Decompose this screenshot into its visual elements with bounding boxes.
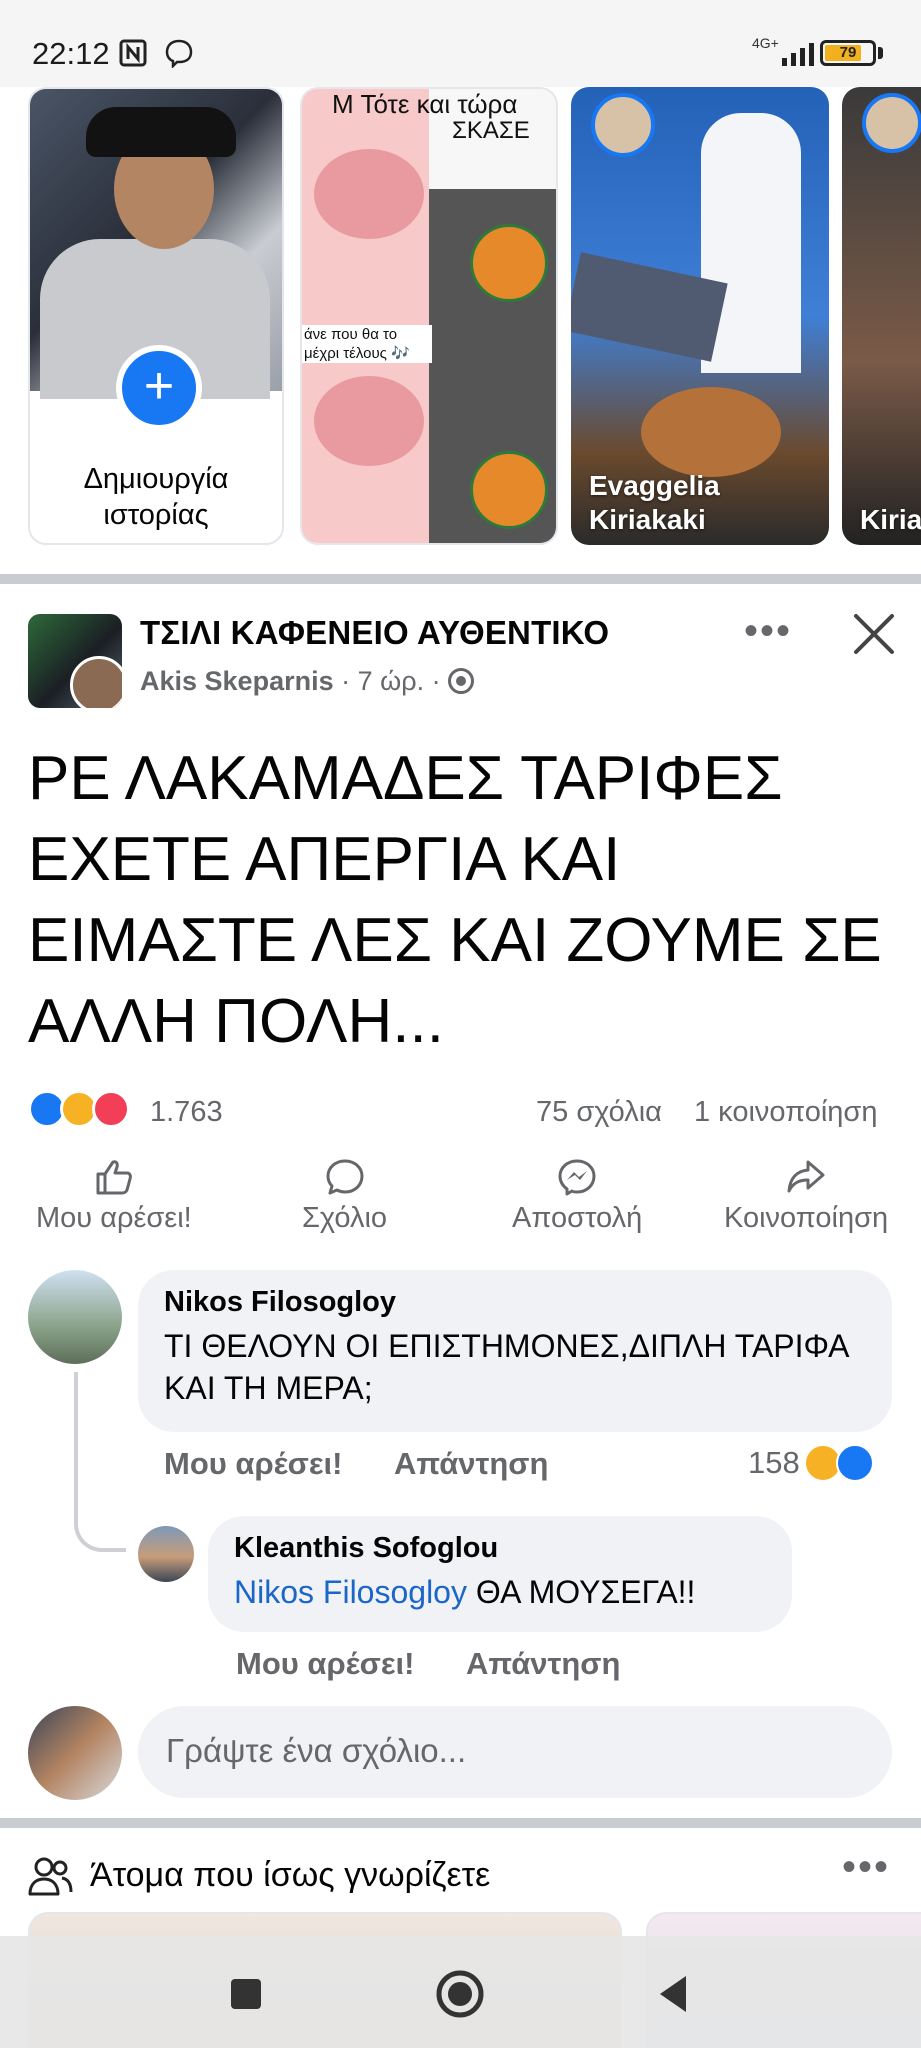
share-label: Κοινοποίηση bbox=[724, 1202, 889, 1234]
audience-icon bbox=[448, 668, 475, 694]
reply-actions: Μου αρέσει! Απάντηση bbox=[236, 1646, 664, 1682]
like-label: Μου αρέσει! bbox=[36, 1202, 192, 1234]
stories-row: + Δημιουργία ιστορίας Μ Τότε και τώρα ΣΚ… bbox=[0, 87, 921, 545]
comment-count[interactable]: 75 σχόλια bbox=[536, 1096, 662, 1129]
plus-icon[interactable]: + bbox=[116, 345, 202, 431]
story-avatar bbox=[862, 93, 921, 153]
share-button[interactable]: Κοινοποίηση bbox=[724, 1158, 888, 1235]
divider bbox=[0, 1818, 921, 1828]
battery-percent: 79 bbox=[839, 44, 857, 61]
basketball-logo-icon bbox=[470, 451, 548, 529]
close-icon[interactable] bbox=[846, 606, 902, 662]
messenger-icon bbox=[558, 1159, 596, 1196]
reply-like-button[interactable]: Μου αρέσει! bbox=[236, 1646, 415, 1681]
my-avatar[interactable] bbox=[28, 1706, 122, 1800]
status-bar: 22:12 4G+ 79 bbox=[0, 0, 921, 90]
reply-reply-button[interactable]: Απάντηση bbox=[466, 1646, 620, 1681]
comment-actions: Μου αρέσει! Απάντηση bbox=[164, 1446, 592, 1482]
meme-panel bbox=[302, 89, 429, 316]
create-story-card[interactable]: + Δημιουργία ιστορίας bbox=[28, 87, 284, 545]
meme-panel bbox=[429, 316, 556, 543]
story-name: Evaggelia Kiriakaki bbox=[589, 470, 720, 535]
group-name[interactable]: ΤΣΙΛΙ ΚΑΦΕΝΕΙΟ ΑΥΘΕΝΤΙΚΟ bbox=[140, 614, 609, 652]
post-text: ΡΕ ΛΑΚΑΜΑΔΕΣ ΤΑΡΙΦΕΣ ΕΧΕΤΕ ΑΠΕΡΓΙΑ ΚΑΙ Ε… bbox=[28, 744, 882, 1056]
reply-avatar[interactable] bbox=[138, 1526, 194, 1582]
comment-bubble[interactable]: Nikos Filosogloy ΤΙ ΘΕΛΟΥΝ ΟΙ ΕΠΙΣΤΗΜΟΝΕ… bbox=[138, 1270, 892, 1432]
reply-bubble[interactable]: Kleanthis Sofoglou Nikos Filosogloy ΘΑ Μ… bbox=[208, 1516, 792, 1632]
story-name: Kiria bbox=[860, 504, 921, 535]
viber-icon bbox=[165, 39, 193, 68]
battery-icon: 79 bbox=[820, 40, 876, 66]
status-time: 22:12 bbox=[32, 36, 110, 71]
recents-icon[interactable] bbox=[218, 1966, 274, 2022]
send-label: Αποστολή bbox=[512, 1202, 643, 1234]
share-icon bbox=[787, 1160, 825, 1193]
comment-input-placeholder: Γράψτε ένα σχόλιο... bbox=[166, 1732, 467, 1769]
home-icon[interactable] bbox=[432, 1966, 488, 2022]
basketball-logo-icon bbox=[470, 223, 548, 302]
thread-line bbox=[74, 1372, 126, 1552]
comment-input[interactable]: Γράψτε ένα σχόλιο... bbox=[138, 1706, 892, 1798]
comment-reaction-count: 158 bbox=[748, 1445, 800, 1480]
story-caption: άνε που θα το μέχρι τέλους 🎶 bbox=[302, 325, 432, 363]
comment-reply-button[interactable]: Απάντηση bbox=[394, 1446, 548, 1481]
send-button[interactable]: Αποστολή bbox=[512, 1158, 642, 1235]
author-avatar[interactable] bbox=[70, 656, 122, 708]
reply-text: Nikos Filosogloy ΘΑ ΜΟΥΣΕΓΑ!! bbox=[234, 1574, 696, 1610]
create-story-label: Δημιουργία ιστορίας bbox=[83, 463, 229, 531]
divider bbox=[0, 574, 921, 584]
post-meta: Akis Skeparnis · 7 ώρ. · bbox=[140, 666, 475, 697]
reaction-icons[interactable] bbox=[28, 1090, 130, 1128]
comment-button[interactable]: Σχόλιο bbox=[302, 1158, 387, 1235]
post-time: · 7 ώρ. · bbox=[341, 666, 441, 696]
network-type: 4G+ bbox=[752, 35, 779, 51]
pymk-title: Άτομα που ίσως γνωρίζετε bbox=[90, 1856, 491, 1894]
comment-label: Σχόλιο bbox=[302, 1202, 388, 1234]
back-icon[interactable] bbox=[646, 1966, 702, 2022]
system-nav-bar bbox=[0, 1936, 921, 2048]
story-text-top: Μ Τότε και τώρα bbox=[332, 89, 518, 119]
comment-text: ΤΙ ΘΕΛΟΥΝ ΟΙ ΕΠΙΣΤΗΜΟΝΕΣ,ΔΙΠΛΗ ΤΑΡΙΦΑ ΚΑ… bbox=[164, 1328, 848, 1406]
nfc-icon bbox=[119, 39, 147, 67]
share-count[interactable]: 1 κοινοποίηση bbox=[694, 1096, 877, 1129]
people-icon bbox=[28, 1857, 73, 1896]
comment-reactions[interactable]: 158 bbox=[748, 1444, 874, 1482]
love-reaction-icon bbox=[92, 1090, 130, 1128]
meme-panel bbox=[429, 188, 556, 316]
pymk-more-button[interactable]: ••• bbox=[842, 1847, 890, 1887]
battery-cap bbox=[878, 47, 883, 59]
signal-icon bbox=[782, 40, 814, 66]
like-button[interactable]: Μου αρέσει! bbox=[36, 1158, 192, 1235]
story-avatar bbox=[591, 93, 655, 157]
mention-link[interactable]: Nikos Filosogloy bbox=[234, 1574, 467, 1610]
story-card-kiria[interactable]: Kiria bbox=[842, 87, 921, 545]
like-reaction-icon bbox=[835, 1444, 874, 1482]
comment-like-button[interactable]: Μου αρέσει! bbox=[164, 1446, 343, 1481]
story-card-meme[interactable]: Μ Τότε και τώρα ΣΚΑΣΕ άνε που θα το μέχρ… bbox=[300, 87, 558, 545]
story-card-evaggelia[interactable]: Evaggelia Kiriakaki bbox=[571, 87, 829, 545]
commenter-avatar[interactable] bbox=[28, 1270, 122, 1364]
story-text-mid: ΣΚΑΣΕ bbox=[452, 117, 530, 144]
group-avatar[interactable] bbox=[28, 614, 122, 708]
comment-author[interactable]: Nikos Filosogloy bbox=[164, 1286, 866, 1319]
more-options-button[interactable]: ••• bbox=[744, 611, 792, 651]
author-name[interactable]: Akis Skeparnis bbox=[140, 666, 334, 696]
post-actions: Μου αρέσει! Σχόλιο Αποστολή Κοινοποίηση bbox=[0, 1158, 921, 1248]
thumbs-up-icon bbox=[96, 1160, 132, 1195]
reaction-count[interactable]: 1.763 bbox=[150, 1096, 223, 1129]
reply-author[interactable]: Kleanthis Sofoglou bbox=[234, 1532, 766, 1565]
comment-icon bbox=[326, 1159, 364, 1195]
